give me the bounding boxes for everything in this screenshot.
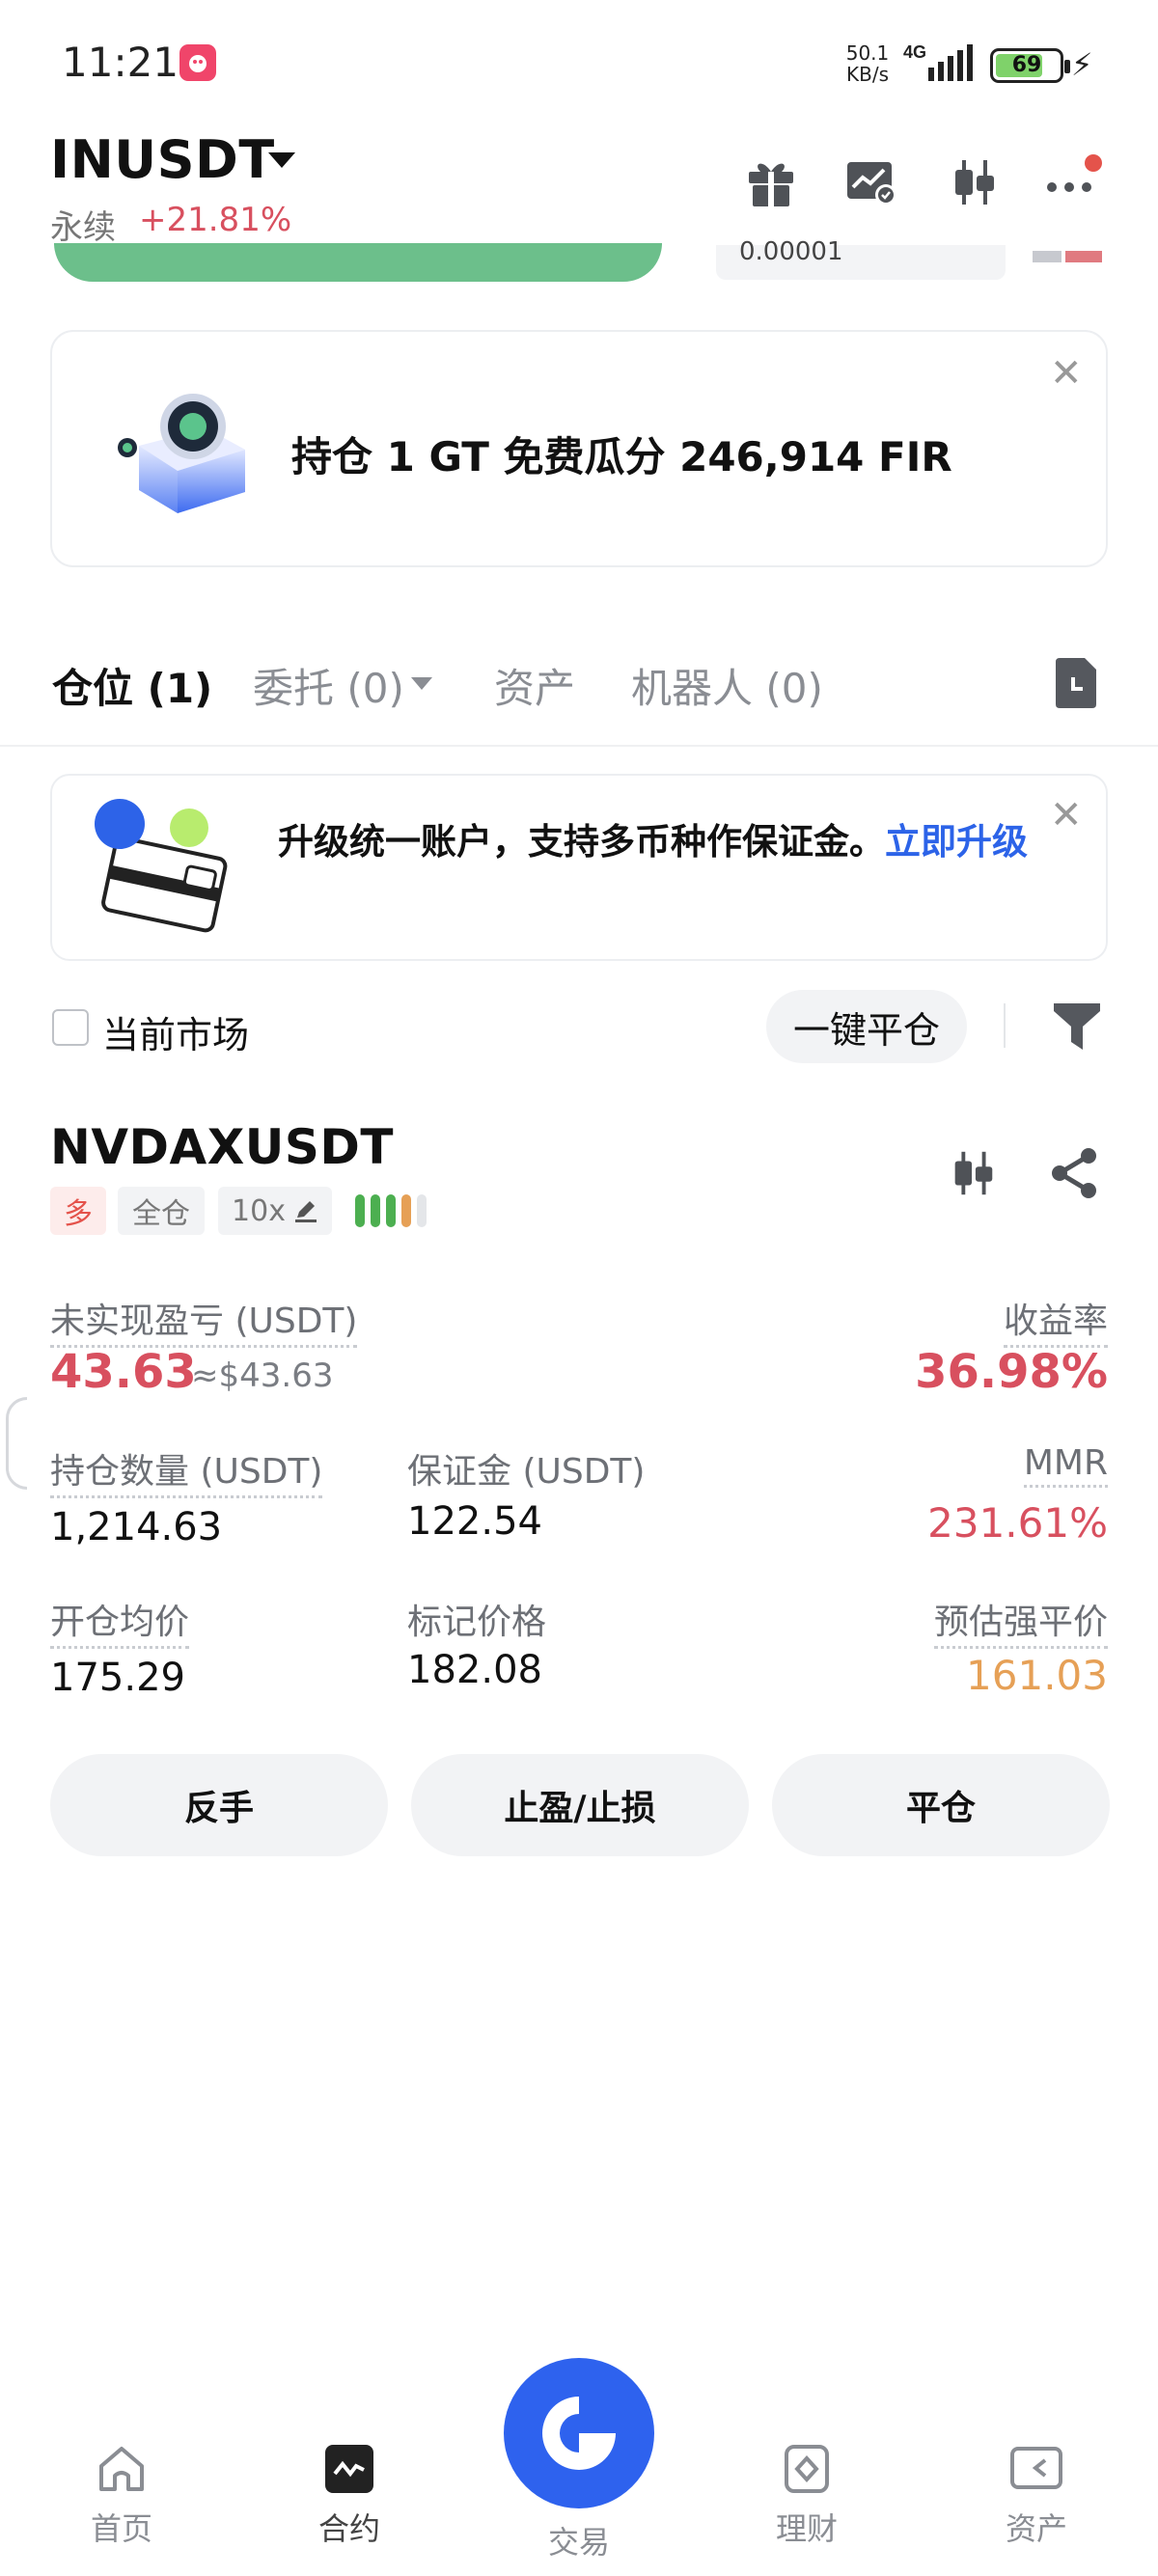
leverage-badge[interactable]: 10x [218, 1187, 332, 1235]
upgrade-text: 升级统一账户，支持多币种作保证金。立即升级 [278, 821, 1028, 863]
buy-button-partial[interactable] [54, 243, 662, 282]
risk-bar [401, 1194, 411, 1227]
risk-bar [355, 1194, 365, 1227]
finance-icon [779, 2441, 835, 2497]
position-size-label[interactable]: 持仓数量 (USDT) [50, 1443, 323, 1498]
orders-dropdown-icon[interactable] [411, 677, 432, 690]
risk-bar [371, 1194, 380, 1227]
status-time: 11:21 [62, 39, 179, 86]
signal-icon: 4G [901, 42, 979, 87]
gift-icon[interactable] [743, 154, 799, 210]
kline-icon[interactable] [946, 1146, 1000, 1200]
charging-icon: ⚡ [1071, 46, 1093, 83]
history-document-icon[interactable] [1052, 656, 1100, 710]
price-input-partial[interactable]: 0.00001 [716, 237, 1006, 280]
tab-bots[interactable]: 机器人 (0) [631, 656, 823, 715]
kline-icon[interactable] [946, 154, 1002, 210]
close-icon[interactable]: ✕ [1050, 793, 1083, 837]
margin-value: 122.54 [407, 1499, 542, 1544]
price-change: +21.81% [139, 201, 292, 239]
margin-mode-badge: 全仓 [118, 1187, 205, 1235]
assets-icon [1008, 2441, 1064, 2497]
tab-positions[interactable]: 仓位 (1) [52, 656, 212, 715]
futures-icon [321, 2441, 377, 2497]
nav-label: 合约 [317, 2510, 380, 2547]
upgrade-banner[interactable]: 升级统一账户，支持多币种作保证金。立即升级 ✕ [50, 774, 1108, 961]
mark-price-value: 182.08 [407, 1648, 542, 1692]
nav-home[interactable]: 首页 [54, 2441, 189, 2549]
trade-center-button[interactable] [504, 2358, 654, 2508]
unrealized-pnl-usd: ≈$43.63 [191, 1357, 334, 1395]
risk-level-indicator [355, 1194, 448, 1227]
tab-orders[interactable]: 委托 (0) [253, 656, 404, 715]
mark-price-label: 标记价格 [407, 1603, 547, 1642]
chart-alert-icon[interactable] [843, 154, 899, 210]
app-notification-icon [179, 44, 216, 81]
close-icon[interactable]: ✕ [1050, 351, 1083, 396]
risk-bar [386, 1194, 396, 1227]
side-badge: 多 [50, 1187, 106, 1235]
entry-price-value: 175.29 [50, 1656, 185, 1700]
margin-label: 保证金 (USDT) [407, 1452, 646, 1492]
divider [1004, 1003, 1006, 1048]
mmr-label[interactable]: MMR [1023, 1443, 1108, 1488]
current-market-label[interactable]: 当前市场 [102, 1005, 249, 1058]
mmr-value: 231.61% [927, 1499, 1108, 1547]
entry-price-label[interactable]: 开仓均价 [50, 1594, 190, 1649]
close-all-button[interactable]: 一键平仓 [766, 990, 967, 1063]
battery-icon: 69 [990, 48, 1070, 83]
orderbook-toggle-icon[interactable] [1033, 251, 1102, 276]
tab-assets[interactable]: 资产 [494, 656, 575, 715]
gt-coin-illustration [110, 378, 264, 523]
network-speed: 50.1 KB/s [845, 41, 890, 86]
close-position-button[interactable]: 平仓 [772, 1754, 1110, 1856]
liquidation-price-label[interactable]: 预估强平价 [933, 1594, 1108, 1649]
position-size-value: 1,214.63 [50, 1505, 223, 1549]
contract-type: 永续 [50, 208, 116, 247]
pair-title[interactable]: INUSDT [50, 129, 275, 190]
nav-label: 首页 [90, 2510, 152, 2547]
nav-label: 资产 [1005, 2510, 1067, 2547]
unrealized-pnl-value: 43.63 [50, 1345, 197, 1399]
home-icon [94, 2441, 150, 2497]
position-symbol[interactable]: NVDAXUSDT [50, 1119, 394, 1175]
wallet-illustration [85, 799, 239, 944]
svg-text:4G: 4G [903, 42, 926, 62]
tp-sl-button[interactable]: 止盈/止损 [411, 1754, 749, 1856]
roe-label[interactable]: 收益率 [1003, 1293, 1108, 1348]
divider [0, 745, 1158, 747]
filter-icon[interactable] [1052, 1000, 1102, 1052]
notification-dot [1085, 154, 1102, 172]
trade-logo-icon [542, 2397, 616, 2470]
unrealized-pnl-label[interactable]: 未实现盈亏 (USDT) [50, 1293, 358, 1348]
share-icon[interactable] [1048, 1146, 1102, 1200]
nav-futures[interactable]: 合约 [282, 2441, 417, 2549]
current-market-checkbox[interactable] [52, 1009, 89, 1046]
promo-banner[interactable]: 持仓 1 GT 免费瓜分 246,914 FIR ✕ [50, 330, 1108, 567]
pair-dropdown-icon[interactable] [268, 152, 295, 168]
risk-bar [417, 1194, 427, 1227]
promo-text: 持仓 1 GT 免费瓜分 246,914 FIR [291, 433, 952, 480]
side-drawer-handle[interactable] [6, 1397, 27, 1490]
edit-icon[interactable] [293, 1198, 318, 1223]
roe-value: 36.98% [915, 1345, 1108, 1399]
nav-finance[interactable]: 理财 [739, 2441, 874, 2549]
nav-label: 理财 [775, 2510, 838, 2547]
liquidation-price-value: 161.03 [966, 1652, 1108, 1699]
reverse-button[interactable]: 反手 [50, 1754, 388, 1856]
nav-label: 交易 [547, 2524, 610, 2561]
upgrade-link[interactable]: 立即升级 [885, 821, 1028, 863]
nav-assets[interactable]: 资产 [969, 2441, 1104, 2549]
